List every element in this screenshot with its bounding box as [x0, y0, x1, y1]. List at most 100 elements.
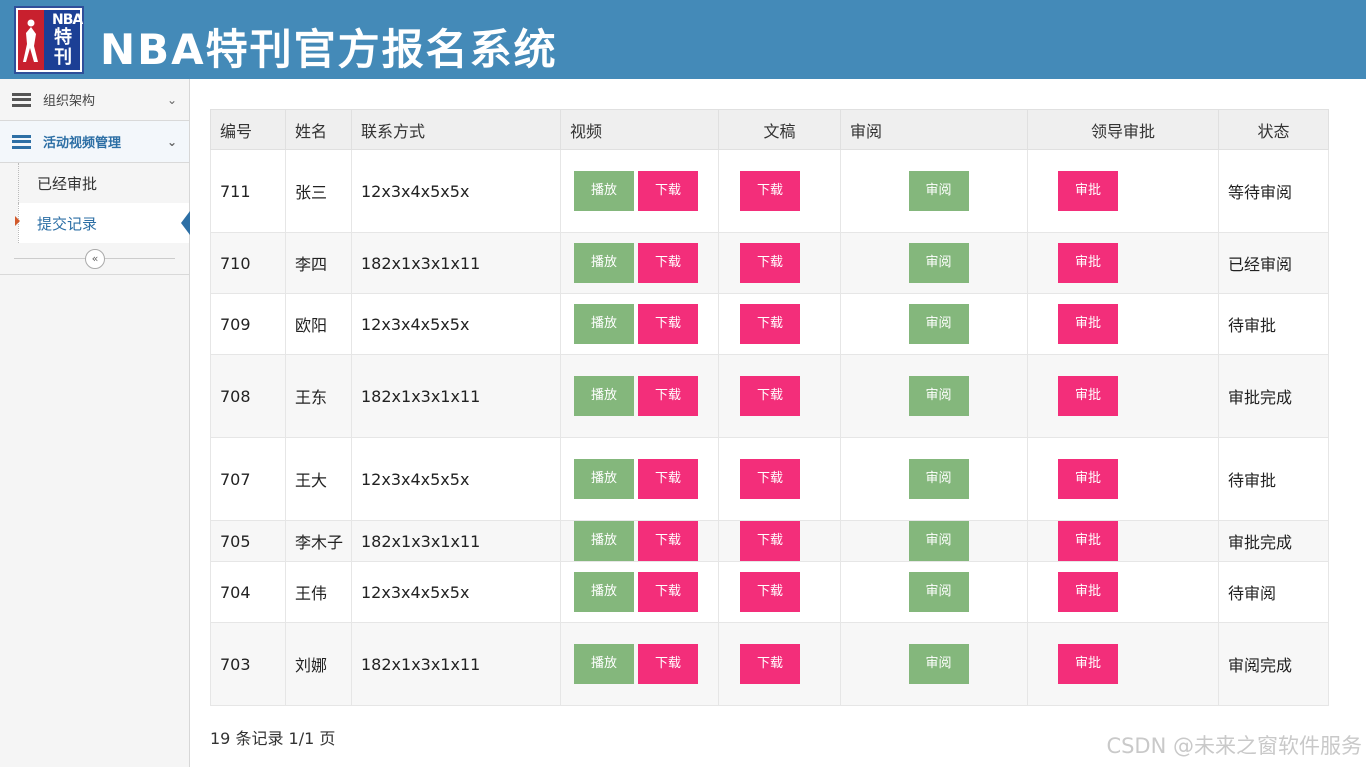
col-header-status[interactable]: 状态: [1218, 109, 1329, 150]
cell-name: 李木子: [285, 520, 352, 562]
download-video-button[interactable]: 下载: [638, 376, 698, 416]
download-manuscript-button[interactable]: 下载: [740, 521, 800, 561]
sidebar-item-label: 已经审批: [37, 174, 98, 193]
download-video-button[interactable]: 下载: [638, 572, 698, 612]
table-row: 707 王大 12x3x4x5x5x 播放 下载 下载 审阅 审批 待审批: [210, 437, 1329, 521]
play-button[interactable]: 播放: [574, 572, 634, 612]
cell-review: 审阅: [840, 561, 1028, 623]
cell-manuscript: 下载: [718, 293, 841, 355]
cell-video: 播放 下载: [560, 354, 719, 438]
col-header-name[interactable]: 姓名: [285, 109, 352, 150]
review-button[interactable]: 审阅: [908, 304, 969, 344]
cell-status: 待审批: [1218, 437, 1329, 521]
cell-manuscript: 下载: [718, 232, 841, 294]
review-button[interactable]: 审阅: [908, 572, 969, 612]
download-manuscript-button[interactable]: 下载: [740, 304, 800, 344]
play-button[interactable]: 播放: [574, 521, 634, 561]
nba-logo[interactable]: NBA 特刊: [14, 6, 84, 74]
review-button[interactable]: 审阅: [908, 243, 969, 283]
col-header-contact[interactable]: 联系方式: [351, 109, 561, 150]
col-header-leader-approval[interactable]: 领导审批: [1027, 109, 1219, 150]
cell-name: 王东: [285, 354, 352, 438]
download-manuscript-button[interactable]: 下载: [740, 171, 800, 211]
chevron-down-icon: ⌄: [166, 93, 177, 107]
download-manuscript-button[interactable]: 下载: [740, 376, 800, 416]
cell-review: 审阅: [840, 293, 1028, 355]
table-row: 711 张三 12x3x4x5x5x 播放 下载 下载 审阅 审批 等待审阅: [210, 149, 1329, 233]
play-button[interactable]: 播放: [574, 644, 634, 684]
cell-id: 710: [210, 232, 286, 294]
download-video-button[interactable]: 下载: [638, 243, 698, 283]
cell-manuscript: 下载: [718, 437, 841, 521]
collapse-sidebar-icon[interactable]: «: [85, 249, 105, 269]
review-button[interactable]: 审阅: [908, 376, 969, 416]
download-video-button[interactable]: 下载: [638, 459, 698, 499]
download-manuscript-button[interactable]: 下载: [740, 572, 800, 612]
active-indicator-arrow: [181, 211, 190, 235]
sidebar-group-org[interactable]: 组织架构 ⌄: [0, 79, 189, 121]
cell-status: 待审批: [1218, 293, 1329, 355]
cell-id: 705: [210, 520, 286, 562]
download-manuscript-button[interactable]: 下载: [740, 243, 800, 283]
cell-name: 李四: [285, 232, 352, 294]
approve-button[interactable]: 审批: [1058, 572, 1118, 612]
approve-button[interactable]: 审批: [1058, 644, 1118, 684]
sidebar-item-label: 提交记录: [37, 214, 98, 233]
download-video-button[interactable]: 下载: [638, 171, 698, 211]
player-silhouette-icon: [23, 19, 38, 62]
cell-status: 审批完成: [1218, 354, 1329, 438]
play-button[interactable]: 播放: [574, 459, 634, 499]
review-button[interactable]: 审阅: [908, 644, 969, 684]
cell-approve: 审批: [1027, 622, 1219, 706]
cell-review: 审阅: [840, 437, 1028, 521]
cell-status: 等待审阅: [1218, 149, 1329, 233]
cell-review: 审阅: [840, 149, 1028, 233]
play-button[interactable]: 播放: [574, 304, 634, 344]
sidebar-item-approved[interactable]: 已经审批: [18, 163, 189, 203]
col-header-id[interactable]: 编号: [210, 109, 286, 150]
cell-review: 审阅: [840, 622, 1028, 706]
download-video-button[interactable]: 下载: [638, 304, 698, 344]
cell-video: 播放 下载: [560, 561, 719, 623]
play-button[interactable]: 播放: [574, 243, 634, 283]
approve-button[interactable]: 审批: [1058, 459, 1118, 499]
cell-id: 708: [210, 354, 286, 438]
approve-button[interactable]: 审批: [1058, 376, 1118, 416]
cell-review: 审阅: [840, 520, 1028, 562]
approve-button[interactable]: 审批: [1058, 304, 1118, 344]
cell-contact: 182x1x3x1x11: [351, 232, 561, 294]
cell-contact: 12x3x4x5x5x: [351, 437, 561, 521]
col-header-manuscript[interactable]: 文稿: [718, 109, 841, 150]
table-row: 704 王伟 12x3x4x5x5x 播放 下载 下载 审阅 审批 待审阅: [210, 561, 1329, 623]
sidebar-item-submissions[interactable]: 提交记录: [15, 203, 190, 243]
play-button[interactable]: 播放: [574, 171, 634, 211]
play-button[interactable]: 播放: [574, 376, 634, 416]
approve-button[interactable]: 审批: [1058, 521, 1118, 561]
cell-approve: 审批: [1027, 561, 1219, 623]
table-row: 710 李四 182x1x3x1x11 播放 下载 下载 审阅 审批 已经审阅: [210, 232, 1329, 294]
review-button[interactable]: 审阅: [908, 171, 969, 211]
cell-name: 张三: [285, 149, 352, 233]
download-video-button[interactable]: 下载: [638, 644, 698, 684]
cell-status: 待审阅: [1218, 561, 1329, 623]
sidebar-group-video[interactable]: 活动视频管理 ⌄: [0, 121, 189, 163]
approve-button[interactable]: 审批: [1058, 243, 1118, 283]
cell-approve: 审批: [1027, 354, 1219, 438]
cell-manuscript: 下载: [718, 149, 841, 233]
download-manuscript-button[interactable]: 下载: [740, 459, 800, 499]
review-button[interactable]: 审阅: [908, 521, 969, 561]
download-manuscript-button[interactable]: 下载: [740, 644, 800, 684]
download-video-button[interactable]: 下载: [638, 521, 698, 561]
watermark: CSDN @未来之窗软件服务: [1106, 734, 1362, 758]
cell-manuscript: 下载: [718, 354, 841, 438]
list-icon: [12, 92, 31, 107]
approve-button[interactable]: 审批: [1058, 171, 1118, 211]
table-row: 709 欧阳 12x3x4x5x5x 播放 下载 下载 审阅 审批 待审批: [210, 293, 1329, 355]
col-header-video[interactable]: 视频: [560, 109, 719, 150]
review-button[interactable]: 审阅: [908, 459, 969, 499]
sidebar: 组织架构 ⌄ 活动视频管理 ⌄ 已经审批 提交记录 «: [0, 79, 190, 767]
cell-name: 刘娜: [285, 622, 352, 706]
col-header-review[interactable]: 审阅: [840, 109, 1028, 150]
cell-review: 审阅: [840, 232, 1028, 294]
cell-video: 播放 下载: [560, 622, 719, 706]
